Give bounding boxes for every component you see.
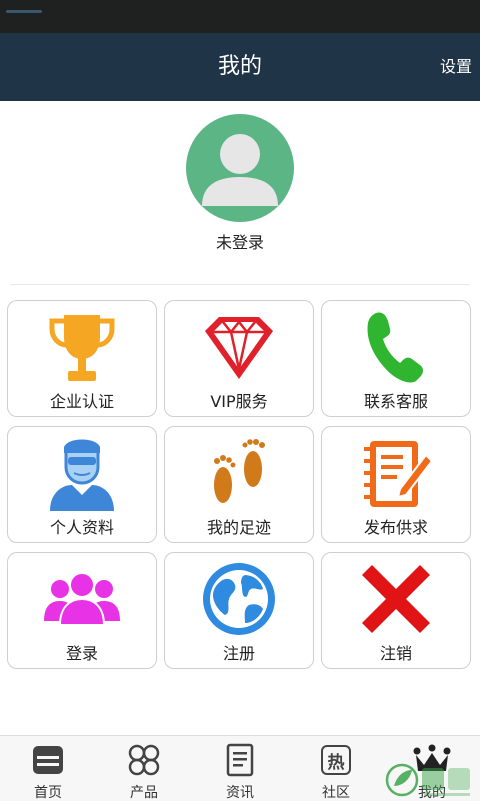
document-icon (226, 743, 254, 777)
app-header: 我的 设置 (0, 33, 480, 101)
menu-item-label: 个人资料 (49, 518, 114, 537)
globe-icon (203, 563, 275, 635)
menu-item-vip-service[interactable]: VIP服务 (164, 300, 314, 417)
menu-item-contact-support[interactable]: 联系客服 (321, 300, 471, 417)
menu-item-logout[interactable]: 注销 (321, 552, 471, 669)
tab-label: 产品 (130, 785, 158, 801)
tab-products[interactable]: 产品 (96, 736, 192, 801)
menu-item-label: 登录 (65, 644, 98, 663)
status-indicator (6, 10, 42, 13)
page-title: 我的 (217, 54, 262, 79)
tab-community[interactable]: 热 社区 (288, 736, 384, 801)
menu-item-label: VIP服务 (210, 392, 268, 411)
menu-item-publish-supply-demand[interactable]: 发布供求 (321, 426, 471, 543)
home-icon (33, 746, 63, 774)
menu-item-label: 注册 (222, 644, 255, 663)
menu-item-enterprise-certification[interactable]: 企业认证 (7, 300, 157, 417)
menu-item-label: 注销 (379, 644, 412, 663)
user-silhouette-icon (202, 134, 278, 206)
notepad-pencil-icon (364, 441, 434, 507)
menu-item-personal-info[interactable]: 个人资料 (7, 426, 157, 543)
menu-item-register[interactable]: 注册 (164, 552, 314, 669)
tab-label: 资讯 (226, 785, 254, 801)
menu-item-label: 发布供求 (363, 518, 428, 537)
tab-news[interactable]: 资讯 (192, 736, 288, 801)
hot-icon: 热 (321, 745, 351, 775)
group-icon (44, 572, 120, 626)
diamond-icon (205, 317, 273, 379)
trophy-icon (49, 315, 115, 381)
tab-label: 社区 (322, 785, 350, 801)
menu-item-label: 我的足迹 (206, 518, 271, 537)
clover-icon (128, 744, 160, 776)
divider (10, 284, 470, 285)
menu-item-my-footprints[interactable]: 我的足迹 (164, 426, 314, 543)
cross-icon (362, 565, 430, 633)
menu-item-label: 联系客服 (363, 392, 428, 411)
profile-section: 未登录 (0, 101, 480, 285)
login-status: 未登录 (215, 233, 264, 252)
phone-icon (367, 312, 423, 383)
settings-button[interactable]: 设置 (440, 33, 472, 101)
person-icon (50, 439, 114, 511)
site-watermark-logo (384, 758, 480, 800)
menu-item-label: 企业认证 (49, 392, 114, 411)
hot-icon-glyph: 热 (327, 752, 345, 773)
footprints-icon (214, 439, 265, 503)
tab-label: 首页 (34, 785, 62, 801)
tab-home[interactable]: 首页 (0, 736, 96, 801)
avatar[interactable] (186, 114, 294, 222)
status-bar (0, 0, 480, 33)
menu-item-login[interactable]: 登录 (7, 552, 157, 669)
